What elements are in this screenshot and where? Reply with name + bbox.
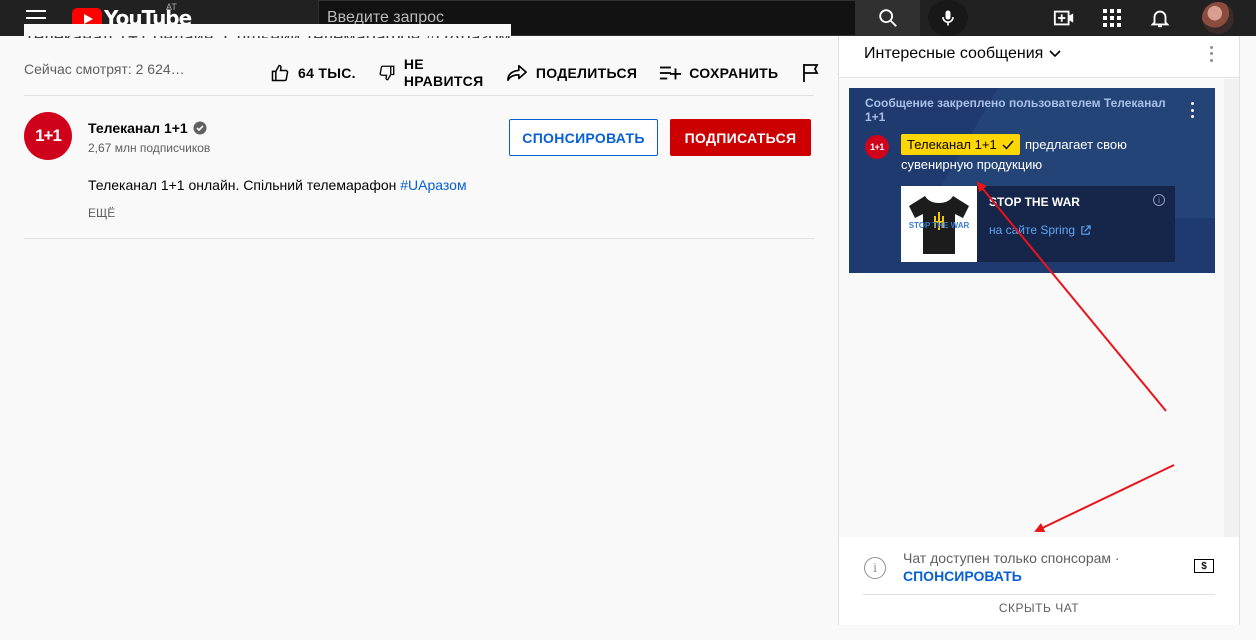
dislike-label: НЕ НРАВИТСЯ: [403, 56, 484, 89]
save-label: СОХРАНИТЬ: [689, 65, 779, 81]
playlist-add-icon: [660, 66, 682, 80]
like-button[interactable]: 64 ТЫС.: [270, 63, 356, 83]
author-name: Телеканал 1+1: [907, 137, 997, 152]
live-viewers: Сейчас смотрят: 2 624…: [24, 61, 185, 77]
info-icon[interactable]: i: [1153, 194, 1165, 206]
channel-name-link[interactable]: Телеканал 1+1: [88, 120, 207, 136]
share-label: ПОДЕЛИТЬСЯ: [535, 65, 638, 81]
divider: [24, 95, 814, 96]
region-code: AT: [166, 2, 177, 12]
voice-search-button[interactable]: [928, 0, 968, 36]
pinned-message: Сообщение закреплено пользователем Телек…: [849, 88, 1215, 273]
notifications-button[interactable]: [1148, 6, 1172, 30]
create-video-button[interactable]: [1052, 6, 1076, 30]
sponsor-button[interactable]: СПОНСИРОВАТЬ: [509, 119, 658, 156]
thumb-up-icon: [271, 64, 289, 82]
chat-messages: Сообщение закреплено пользователем Телек…: [839, 79, 1224, 537]
author-avatar[interactable]: 1+1: [865, 135, 889, 159]
flag-icon: [803, 64, 819, 82]
apps-grid-icon: [1103, 9, 1121, 27]
pinned-more-icon[interactable]: [1189, 102, 1195, 118]
author-badge[interactable]: Телеканал 1+1: [901, 134, 1020, 155]
product-link-text: на сайте Spring: [989, 223, 1076, 237]
bell-icon: [1150, 10, 1170, 28]
microphone-icon: [942, 10, 954, 26]
members-only-notice: Чат доступен только спонсорам ·: [903, 550, 1120, 566]
divider: [24, 238, 814, 239]
hashtag-link[interactable]: #UAразом: [400, 177, 466, 193]
share-icon: [506, 64, 527, 82]
offer-text-line1: предлагает свою: [1025, 137, 1127, 152]
search-icon: [879, 9, 897, 27]
apps-button[interactable]: [1100, 6, 1124, 30]
product-card[interactable]: STOP THE WAR STOP THE WAR на сайте Sprin…: [901, 186, 1175, 262]
video-actions: 64 ТЫС. НЕ НРАВИТСЯ ПОДЕЛИТЬСЯ СОХРАНИТЬ: [270, 56, 820, 90]
report-button[interactable]: [802, 63, 820, 83]
chat-footer: i Чат доступен только спонсорам · СПОНСИ…: [839, 537, 1239, 625]
chat-more-icon[interactable]: [1203, 44, 1219, 64]
check-icon: [1002, 140, 1014, 150]
account-avatar[interactable]: [1202, 2, 1234, 34]
external-link-icon: [1081, 224, 1091, 235]
search-button[interactable]: [856, 0, 920, 36]
divider: [863, 594, 1215, 595]
product-store-link[interactable]: на сайте Spring: [989, 223, 1091, 237]
subscriber-count: 2,67 млн подписчиков: [88, 141, 211, 155]
like-count: 64 ТЫС.: [298, 65, 356, 81]
chat-scrollbar[interactable]: [1224, 79, 1239, 537]
subscribe-button[interactable]: ПОДПИСАТЬСЯ: [670, 119, 811, 156]
dislike-button[interactable]: НЕ НРАВИТСЯ: [378, 56, 484, 90]
video-description: Телеканал 1+1 онлайн. Спільний телемараф…: [88, 177, 467, 193]
channel-avatar[interactable]: 1+1: [24, 112, 72, 160]
dollar-icon[interactable]: $: [1194, 559, 1214, 573]
hide-chat-button[interactable]: СКРЫТЬ ЧАТ: [839, 601, 1239, 615]
description-text: Телеканал 1+1 онлайн. Спільний телемараф…: [88, 177, 401, 193]
verified-icon: [193, 121, 207, 135]
share-button[interactable]: ПОДЕЛИТЬСЯ: [506, 63, 637, 83]
product-name: STOP THE WAR: [989, 195, 1080, 209]
chat-header: Интересные сообщения: [839, 36, 1239, 78]
video-title: Телеканал 1+1 онлайн. Спільний телемараф…: [24, 24, 511, 38]
product-image[interactable]: STOP THE WAR: [901, 186, 977, 262]
offer-text-line2: сувенирную продукцию: [901, 157, 1043, 172]
chevron-down-icon: [1049, 50, 1061, 58]
chat-mode-dropdown[interactable]: Интересные сообщения: [864, 45, 1061, 63]
live-chat-panel: Интересные сообщения Сообщение закреплен…: [838, 36, 1240, 625]
pinned-by-text: Сообщение закреплено пользователем Телек…: [865, 96, 1166, 124]
chat-sponsor-link[interactable]: СПОНСИРОВАТЬ: [903, 568, 1022, 584]
save-button[interactable]: СОХРАНИТЬ: [659, 64, 778, 82]
tshirt-print: STOP THE WAR: [909, 221, 970, 230]
tshirt-image: STOP THE WAR: [909, 196, 970, 254]
thumb-down-icon: [379, 65, 395, 81]
create-video-icon: [1053, 10, 1074, 26]
info-circle-icon: i: [864, 557, 886, 579]
channel-name: Телеканал 1+1: [88, 120, 188, 136]
chat-mode-label: Интересные сообщения: [864, 45, 1044, 62]
show-more-button[interactable]: ЕЩЁ: [88, 206, 115, 220]
